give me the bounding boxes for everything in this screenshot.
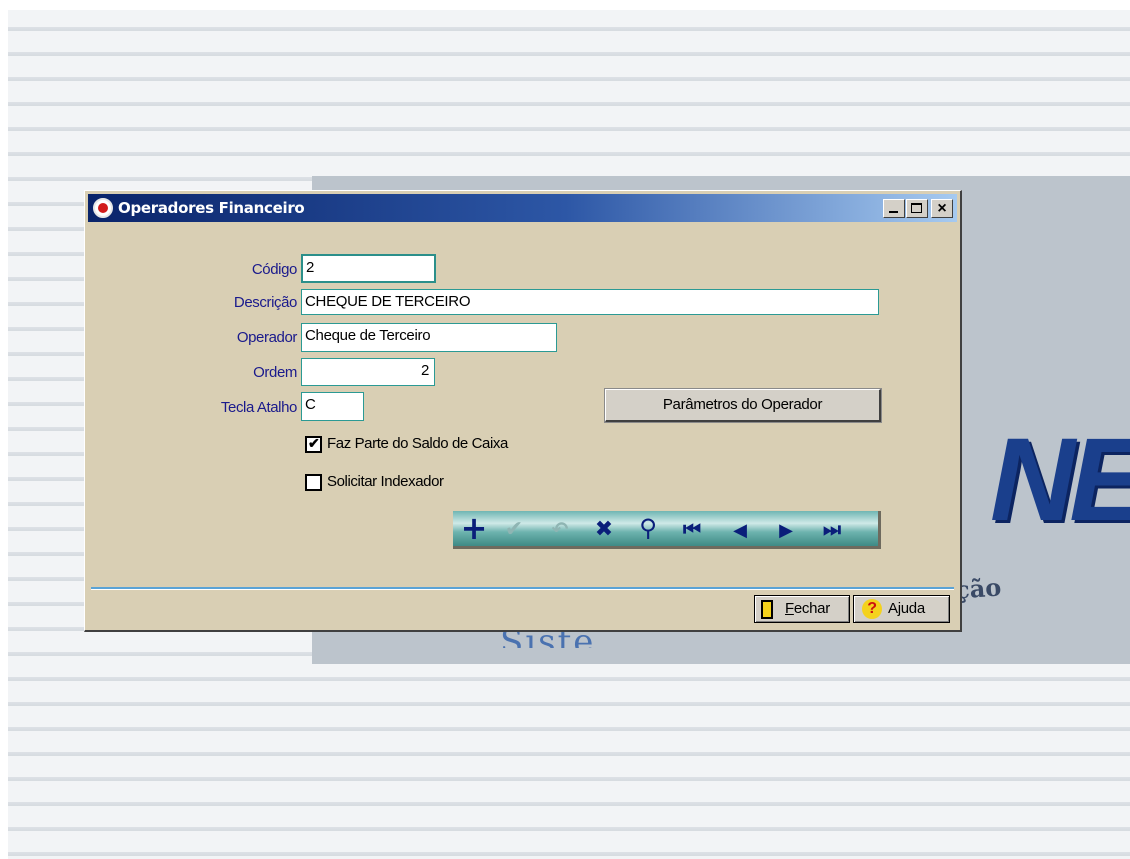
search-icon: ⚲ [639,514,657,542]
footer-separator [91,587,954,590]
tecla-atalho-label: Tecla Atalho [220,399,297,416]
ajuda-label: Ajuda [888,600,925,617]
app-icon [93,198,113,218]
ajuda-button[interactable]: ? Ajuda [853,595,950,623]
operador-field[interactable]: Cheque de Terceiro [301,323,557,352]
next-icon: ▶ [779,520,793,541]
delete-record-button[interactable]: ✖ [585,513,623,543]
background-logo: NET [990,420,1130,540]
close-button[interactable]: × [931,199,953,218]
undo-button[interactable]: ↶ [541,513,579,543]
prior-icon: ◀ [733,520,747,541]
solicitar-indexador-label: Solicitar Indexador [327,473,444,490]
confirm-button[interactable]: ✔ [495,513,533,543]
descricao-field[interactable]: CHEQUE DE TERCEIRO [301,289,879,315]
minimize-button[interactable] [883,199,905,218]
last-icon: ⏭ [823,517,841,541]
operadores-financeiro-window: Operadores Financeiro × Código 2 Descriç… [84,190,962,632]
plus-icon: + [460,509,488,547]
maximize-icon [911,203,922,213]
operador-label: Operador [236,329,298,346]
last-record-button[interactable]: ⏭ [813,513,851,543]
window-title: Operadores Financeiro [118,199,305,217]
door-icon [761,600,773,619]
undo-icon: ↶ [551,517,569,541]
first-record-button[interactable]: ⏮ [673,513,711,543]
delete-x-icon: ✖ [594,517,614,542]
check-icon: ✔ [308,435,320,451]
fechar-label: Fechar [785,600,830,617]
first-icon: ⏮ [683,517,701,541]
parametros-operador-button[interactable]: Parâmetros do Operador [604,388,882,423]
codigo-field[interactable]: 2 [301,254,436,283]
search-button[interactable]: ⚲ [629,513,667,543]
faz-parte-checkbox[interactable]: ✔ [305,435,322,453]
title-bar[interactable]: Operadores Financeiro × [88,194,957,222]
minimize-icon [889,211,898,213]
maximize-button[interactable] [906,199,928,218]
solicitar-indexador-checkbox[interactable] [305,474,322,491]
faz-parte-label: Faz Parte do Saldo de Caixa [327,435,508,452]
record-navigator: + ✔ ↶ ✖ ⚲ ⏮ ◀ ▶ ⏭ [453,511,881,549]
prior-record-button[interactable]: ◀ [721,513,759,543]
close-icon: × [937,200,947,217]
help-icon: ? [862,599,882,619]
codigo-label: Código [251,261,298,278]
add-record-button[interactable]: + [455,512,493,544]
fechar-button[interactable]: Fechar [754,595,850,623]
ordem-label: Ordem [253,364,297,381]
next-record-button[interactable]: ▶ [767,513,805,543]
tecla-atalho-field[interactable]: C [301,392,364,421]
check-icon: ✔ [504,517,524,542]
descricao-label: Descrição [233,294,297,311]
ordem-field[interactable]: 2 [301,358,435,386]
